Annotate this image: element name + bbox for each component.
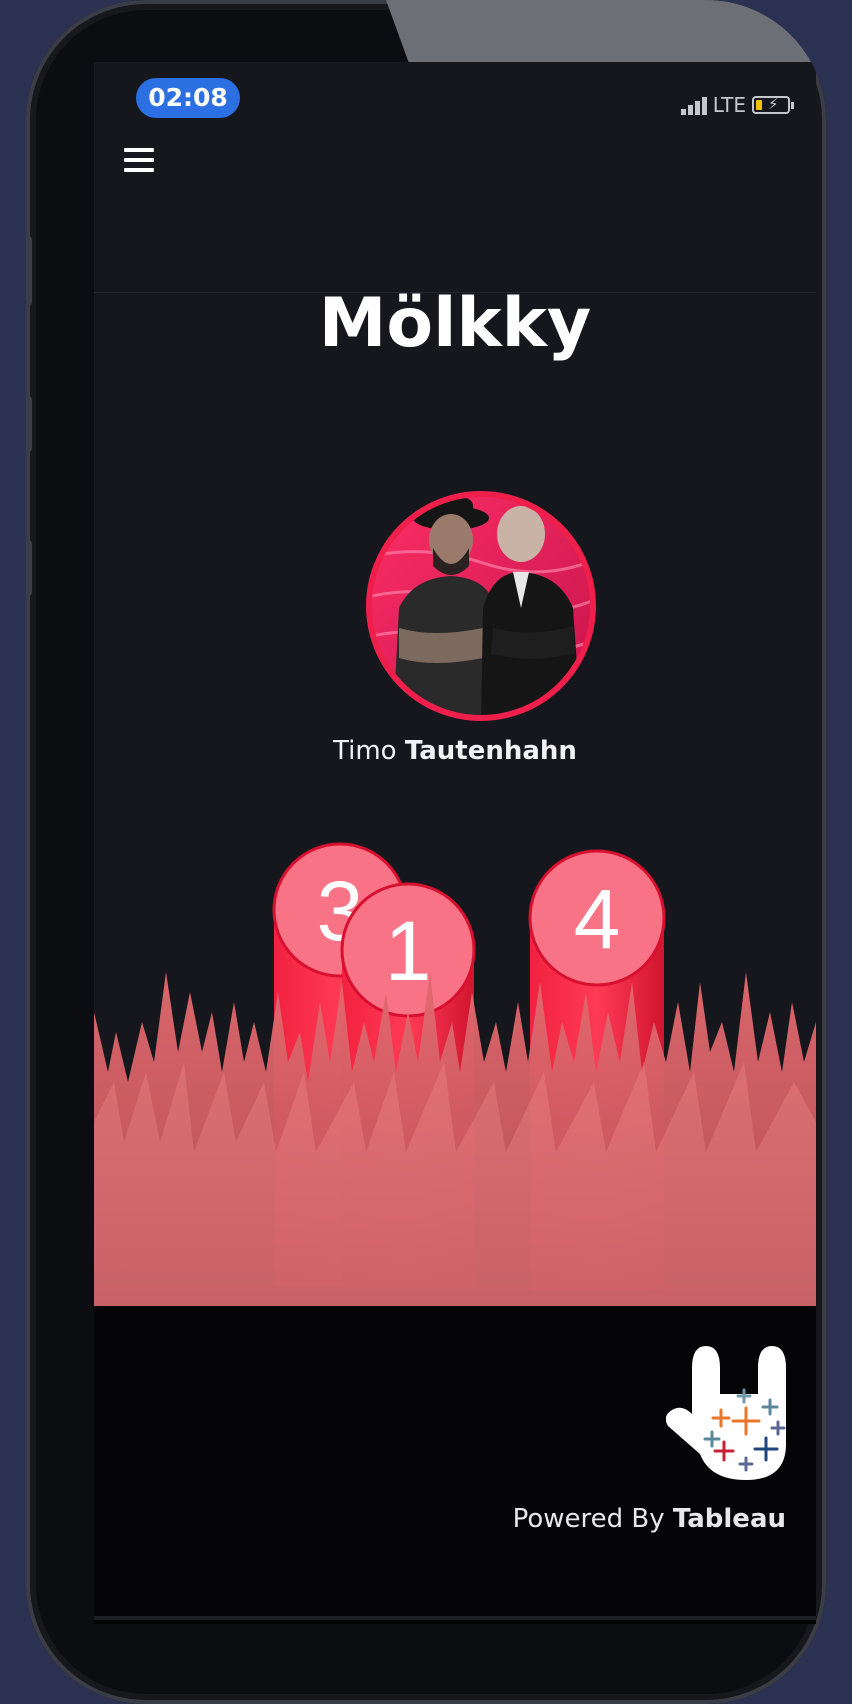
app-header xyxy=(94,150,816,293)
powered-by-tableau: Powered By Tableau xyxy=(513,1504,786,1534)
phone-volume-down-button xyxy=(26,540,32,596)
status-time: 02:08 xyxy=(136,78,240,118)
player-name: Timo Tautenhahn xyxy=(94,736,816,766)
pin-4-number: 4 xyxy=(574,872,621,966)
powered-prefix: Powered By xyxy=(512,1504,665,1534)
powered-brand: Tableau xyxy=(672,1504,786,1534)
signal-icon xyxy=(680,95,707,115)
molkky-pins-scene: 3 1 4 xyxy=(94,842,816,1306)
phone-side-button xyxy=(26,236,32,306)
tableau-rock-hand-icon[interactable] xyxy=(666,1334,796,1484)
status-indicators: LTE ⚡ xyxy=(680,92,794,118)
phone-frame: 02:08 LTE ⚡ Mölkky Timo Tautenhahn 3 1 4… xyxy=(26,0,826,1704)
screen-glare xyxy=(386,0,826,62)
phone-volume-up-button xyxy=(26,396,32,452)
page-title: Mölkky xyxy=(318,284,592,363)
battery-icon: ⚡ xyxy=(752,95,794,114)
network-label: LTE xyxy=(712,93,746,117)
app-screen: 02:08 LTE ⚡ Mölkky Timo Tautenhahn 3 1 4… xyxy=(94,62,816,1624)
hamburger-menu-icon[interactable] xyxy=(124,148,154,172)
player-last-name: Tautenhahn xyxy=(404,736,577,766)
pin-1-number: 1 xyxy=(385,904,432,998)
player-avatar[interactable] xyxy=(363,488,599,724)
player-first-name: Timo xyxy=(333,736,397,766)
bottom-nav-bar xyxy=(94,1616,816,1620)
